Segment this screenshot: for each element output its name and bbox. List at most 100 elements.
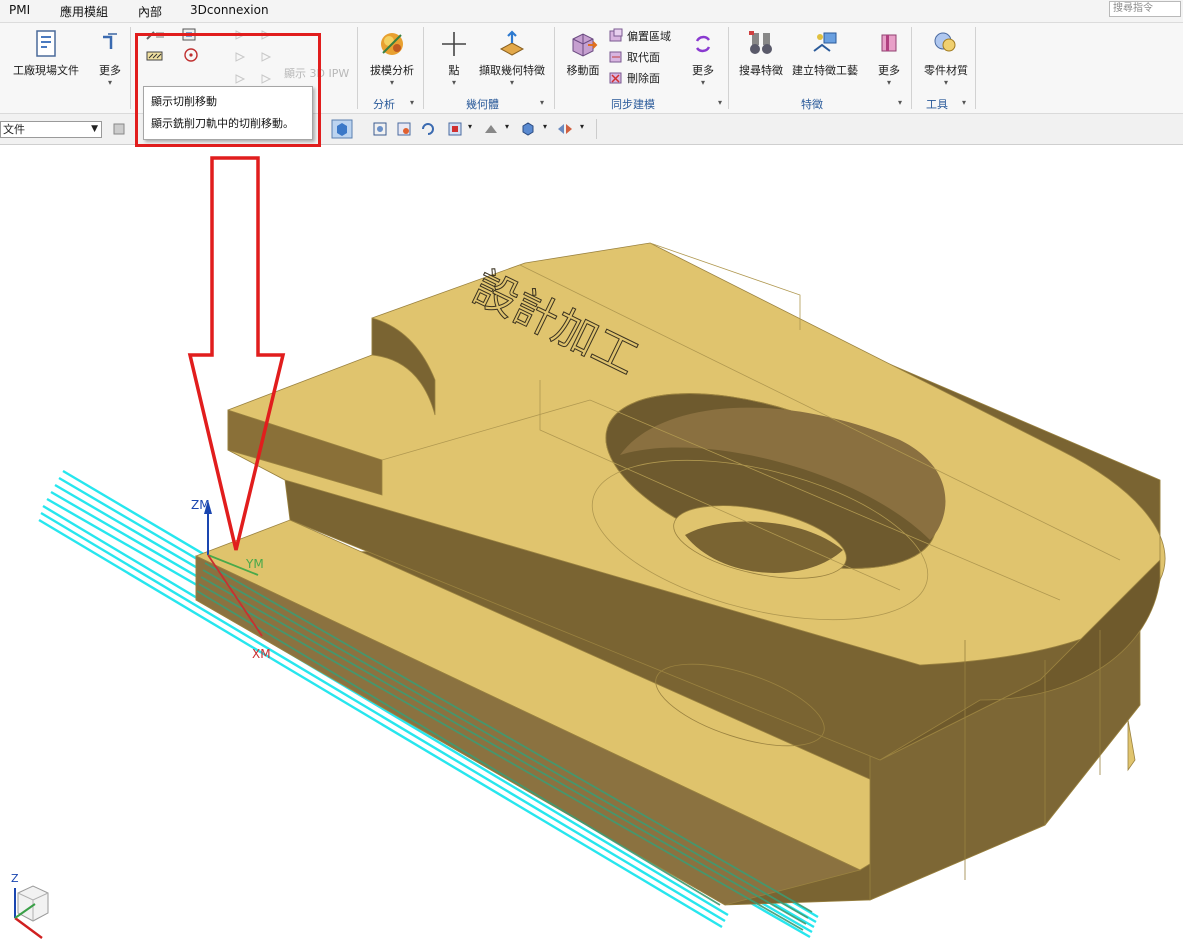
selection-filter-icon[interactable]: [111, 121, 129, 137]
chevron-down-icon[interactable]: ▾: [410, 98, 414, 107]
delete-face-button[interactable]: 刪除面: [608, 70, 660, 86]
cube-view-icon[interactable]: [520, 121, 536, 137]
chevron-down-icon: ▾: [107, 78, 112, 87]
triad-z-label: Z: [11, 872, 19, 885]
more-button-2[interactable]: 更多 ▾: [688, 29, 718, 87]
group-separator: [554, 27, 555, 109]
chevron-down-icon: ▾: [700, 78, 705, 87]
chevron-down-icon[interactable]: ▾: [505, 122, 509, 131]
factory-doc-label: 工廠現場文件: [13, 64, 79, 77]
chevron-down-icon: ▾: [509, 78, 514, 87]
xm-label: XM: [252, 647, 271, 661]
delete-face-icon: [609, 72, 622, 84]
shaded-view-icon[interactable]: [331, 119, 353, 139]
menu-internal[interactable]: 內部: [138, 3, 162, 20]
move-face-icon: [572, 33, 598, 57]
group-separator: [130, 27, 131, 109]
menu-pmi[interactable]: PMI: [9, 3, 30, 17]
render-style-icon[interactable]: [483, 121, 499, 137]
part-material-button[interactable]: 零件材質 ▾: [922, 29, 970, 87]
more-label-2: 更多: [692, 64, 714, 77]
operations-icon: [103, 33, 117, 49]
offset-region-button[interactable]: 偏置區域: [608, 28, 671, 44]
zoom-icon[interactable]: [396, 121, 412, 137]
draft-analysis-button[interactable]: 拔模分析 ▾: [367, 29, 417, 87]
create-feature-process-label: 建立特徵工藝: [792, 64, 858, 77]
more-label-3: 更多: [878, 64, 900, 77]
extract-geometry-label: 擷取幾何特徵: [479, 64, 545, 77]
menu-3dconnexion[interactable]: 3Dconnexion: [190, 3, 269, 17]
chevron-down-icon[interactable]: ▾: [580, 122, 584, 131]
chevron-down-icon: ▼: [91, 124, 98, 134]
filter-combo[interactable]: 文件 ▼: [0, 121, 102, 138]
document-icon: [36, 30, 56, 57]
replace-face-label: 取代面: [627, 51, 660, 64]
create-feature-process-button[interactable]: 建立特徵工藝: [790, 29, 860, 78]
group-separator: [357, 27, 358, 109]
more-button-1[interactable]: 更多 ▾: [95, 29, 125, 87]
offset-region-icon: [609, 28, 623, 42]
more-button-3[interactable]: 更多 ▾: [874, 29, 904, 87]
tooltip-description: 顯示銑削刀軌中的切削移動。: [151, 117, 294, 130]
search-feature-button[interactable]: 搜尋特徵: [737, 29, 785, 78]
zm-label: ZM: [191, 498, 210, 512]
replace-face-button[interactable]: 取代面: [608, 49, 660, 65]
chevron-down-icon[interactable]: ▾: [468, 122, 472, 131]
group-label-sync-modeling: 同步建模: [611, 98, 655, 111]
search-feature-label: 搜尋特徵: [739, 64, 783, 77]
group-separator: [911, 27, 912, 109]
group-separator: [423, 27, 424, 109]
offset-region-label: 偏置區域: [627, 30, 671, 43]
graphics-viewport[interactable]: 設計加工 ZM YM XM Z: [0, 145, 1183, 949]
factory-doc-button[interactable]: 工廠現場文件: [12, 29, 80, 78]
move-face-button[interactable]: 移動面: [563, 29, 603, 78]
chevron-down-icon[interactable]: ▾: [962, 98, 966, 107]
group-label-analysis: 分析: [373, 98, 395, 111]
chevron-down-icon[interactable]: ▾: [898, 98, 902, 107]
chevron-down-icon[interactable]: ▾: [718, 98, 722, 107]
chevron-down-icon: ▾: [943, 78, 948, 87]
point-icon: [442, 32, 466, 56]
delete-face-label: 刪除面: [627, 72, 660, 85]
part-model: [194, 242, 1166, 906]
more-label-1: 更多: [99, 64, 121, 77]
chevron-down-icon: ▾: [451, 78, 456, 87]
sync-icon: [695, 35, 711, 53]
command-search-input[interactable]: 搜尋指令: [1109, 1, 1181, 17]
feature-process-icon: [813, 32, 837, 52]
menu-applications[interactable]: 應用模組: [60, 3, 108, 20]
replace-face-icon: [609, 51, 622, 63]
ym-label: YM: [245, 557, 264, 571]
menu-bar: PMI 應用模組 內部 3Dconnexion 搜尋指令: [0, 0, 1183, 23]
group-label-tools: 工具: [926, 98, 948, 111]
draft-analysis-label: 拔模分析: [370, 64, 414, 77]
binoculars-icon: [749, 31, 772, 54]
orient-view-icon[interactable]: [447, 121, 463, 137]
extract-geometry-button[interactable]: 擷取幾何特徵 ▾: [478, 29, 546, 87]
group-separator: [975, 27, 976, 109]
group-label-feature: 特徵: [801, 98, 823, 111]
part-material-label: 零件材質: [924, 64, 968, 77]
chevron-down-icon: ▾: [886, 78, 891, 87]
toolbar-separator: [596, 119, 597, 139]
tooltip: 顯示切削移動 顯示銑削刀軌中的切削移動。: [143, 86, 313, 140]
material-icon: [934, 32, 956, 52]
chevron-down-icon[interactable]: ▾: [540, 98, 544, 107]
group-label-geometry: 幾何體: [466, 98, 499, 111]
view-triad: Z: [11, 872, 49, 939]
extract-geometry-icon: [499, 30, 525, 56]
move-face-label: 移動面: [566, 64, 600, 77]
group-separator: [728, 27, 729, 109]
chevron-down-icon[interactable]: ▾: [543, 122, 547, 131]
section-view-icon[interactable]: [556, 121, 576, 137]
tooltip-title: 顯示切削移動: [151, 95, 217, 108]
feature-more-icon: [881, 34, 897, 52]
filter-combo-value: 文件: [3, 123, 25, 136]
point-button[interactable]: 點 ▾: [437, 29, 471, 87]
point-label: 點: [448, 64, 460, 77]
draft-analysis-icon: [381, 33, 403, 55]
chevron-down-icon: ▾: [389, 78, 394, 87]
fit-view-icon[interactable]: [372, 121, 388, 137]
rotate-icon[interactable]: [420, 121, 436, 137]
annotation-arrow: [187, 156, 286, 551]
